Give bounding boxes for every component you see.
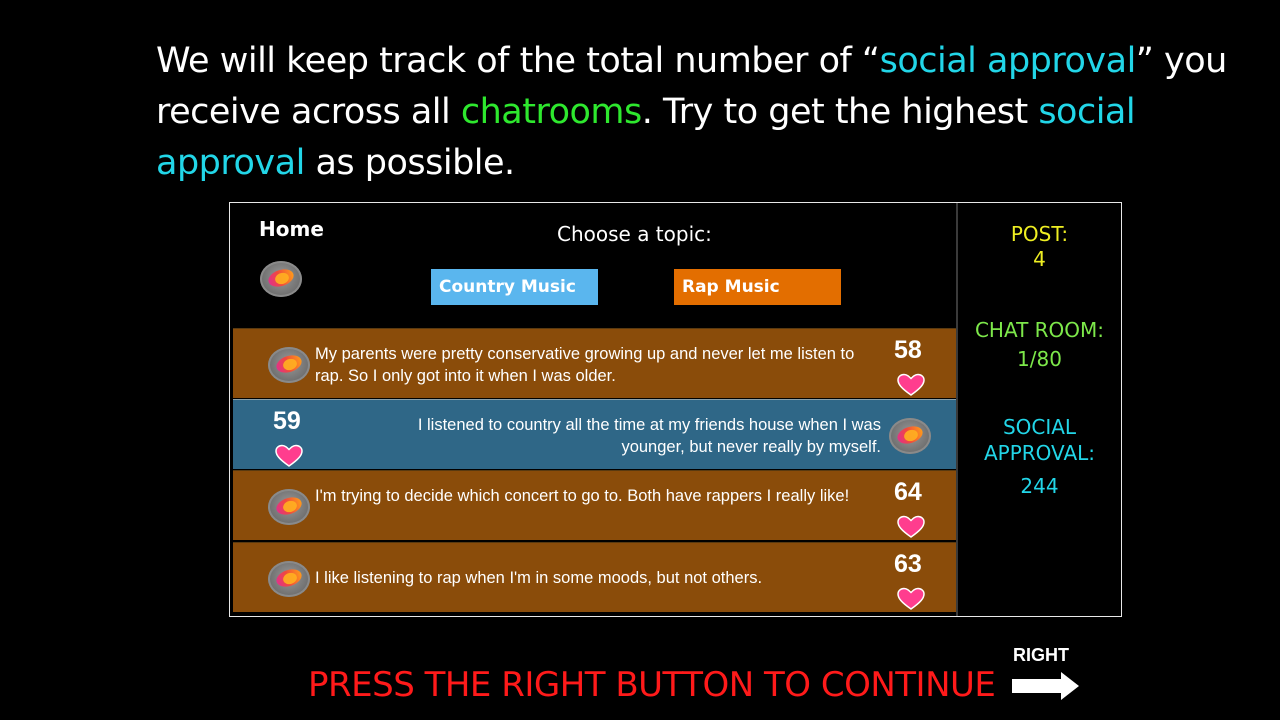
avatar-icon bbox=[889, 418, 931, 454]
chat-post: I'm trying to decide which concert to go… bbox=[233, 470, 956, 540]
heart-icon[interactable] bbox=[275, 444, 303, 468]
post-text: I like listening to rap when I'm in some… bbox=[315, 569, 763, 587]
chat-room-value: 1/80 bbox=[1017, 347, 1062, 371]
home-avatar-icon[interactable] bbox=[260, 261, 302, 297]
chat-post: I like listening to rap when I'm in some… bbox=[233, 542, 956, 612]
social-approval-value: 244 bbox=[1020, 474, 1059, 498]
social-approval-label: SOCIAL APPROVAL: bbox=[983, 415, 1096, 465]
post-text: I listened to country all the time at my… bbox=[417, 416, 881, 456]
social-approval-highlight: social approval bbox=[879, 41, 1137, 81]
country-music-button[interactable]: Country Music bbox=[431, 269, 598, 305]
rap-music-button[interactable]: Rap Music bbox=[674, 269, 841, 305]
avatar-icon bbox=[268, 561, 310, 597]
right-arrow-icon[interactable] bbox=[1011, 671, 1080, 701]
status-sidebar: POST: 4 CHAT ROOM: 1/80 SOCIAL APPROVAL:… bbox=[958, 203, 1121, 616]
right-button-label: RIGHT bbox=[1013, 645, 1069, 665]
chatroom-panel: Home Choose a topic: Country Music Rap M… bbox=[229, 202, 1122, 617]
instructions-text: We will keep track of the total number o… bbox=[156, 41, 1227, 183]
heart-icon[interactable] bbox=[897, 373, 925, 397]
post-text: My parents were pretty conservative grow… bbox=[315, 345, 855, 385]
chat-post-self: 59 I listened to country all the time at… bbox=[233, 399, 956, 469]
like-count: 59 bbox=[273, 407, 301, 435]
post-text: I'm trying to decide which concert to go… bbox=[315, 487, 850, 505]
home-label[interactable]: Home bbox=[259, 217, 324, 241]
like-count: 64 bbox=[894, 478, 922, 506]
like-count: 58 bbox=[894, 336, 922, 364]
chat-post: My parents were pretty conservative grow… bbox=[233, 328, 956, 398]
heart-icon[interactable] bbox=[897, 515, 925, 539]
post-counter-value: 4 bbox=[1033, 247, 1046, 271]
avatar-icon bbox=[268, 347, 310, 383]
post-counter-label: POST: bbox=[1010, 222, 1069, 246]
continue-instruction: PRESS THE RIGHT BUTTON TO CONTINUE bbox=[308, 665, 996, 705]
chatroom-main: Home Choose a topic: Country Music Rap M… bbox=[230, 203, 956, 616]
choose-topic-label: Choose a topic: bbox=[557, 222, 712, 246]
chat-room-label: CHAT ROOM: bbox=[974, 318, 1105, 342]
like-count: 63 bbox=[894, 550, 922, 578]
avatar-icon bbox=[268, 489, 310, 525]
heart-icon[interactable] bbox=[897, 587, 925, 611]
chatrooms-highlight: chatrooms bbox=[460, 92, 642, 132]
